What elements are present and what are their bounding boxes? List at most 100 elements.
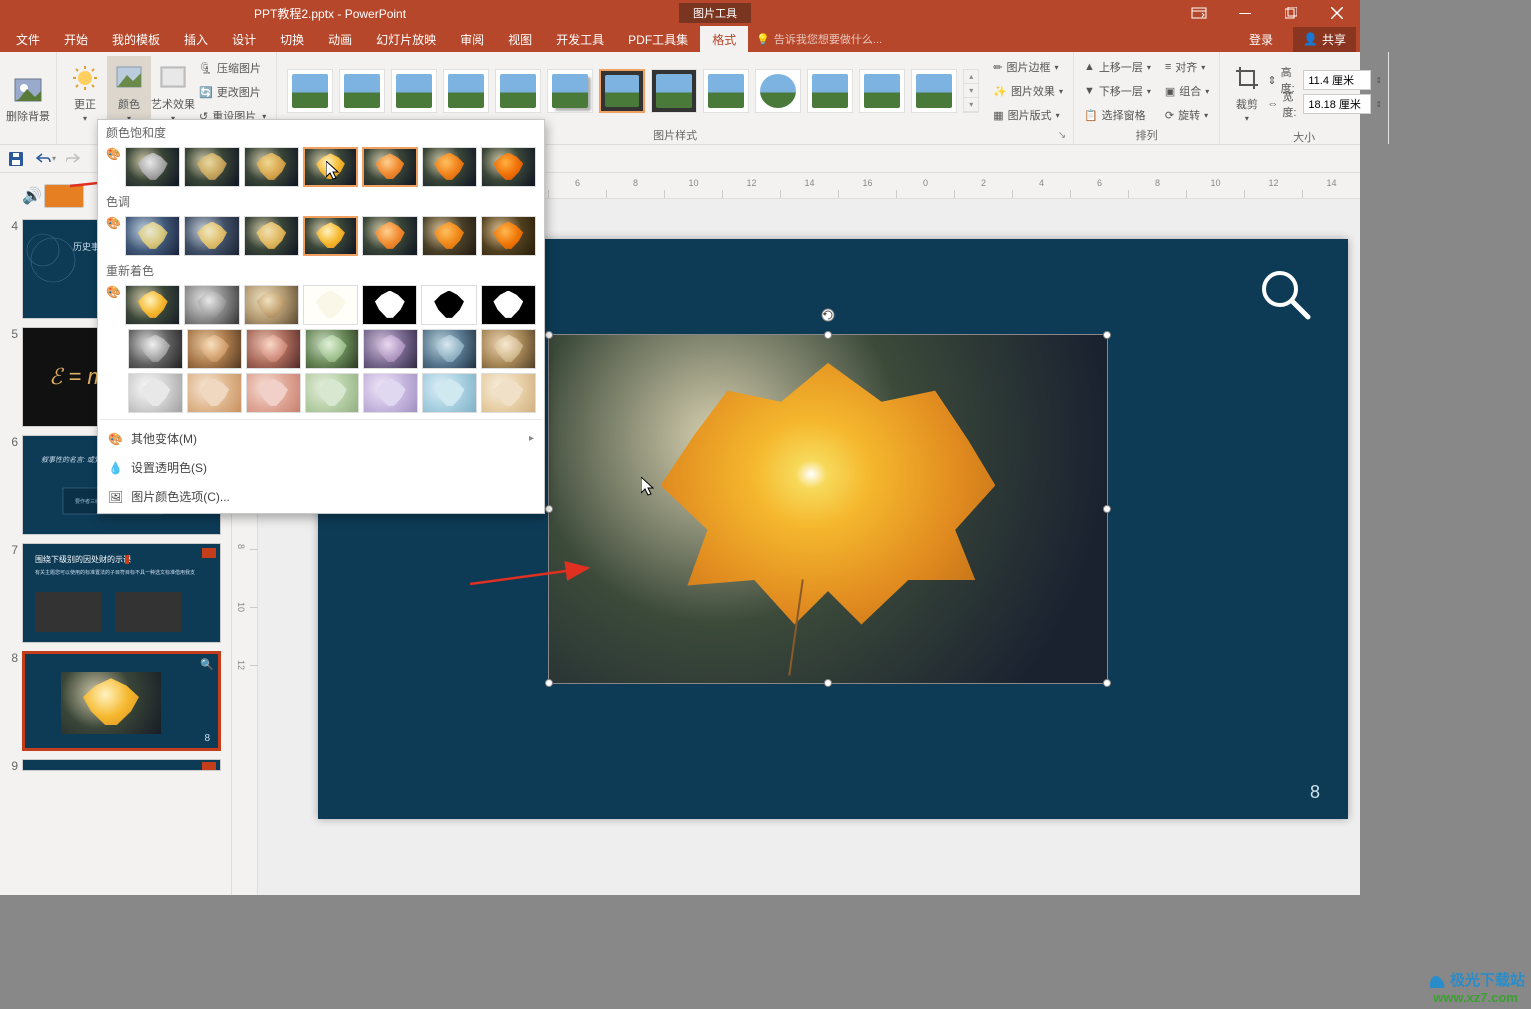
rotate-button[interactable]: ⟳旋转▾ — [1161, 104, 1213, 126]
style-thumb[interactable] — [911, 69, 957, 113]
tab-format[interactable]: 格式 — [700, 26, 748, 53]
remove-background-button[interactable]: 删除背景 — [6, 63, 50, 135]
recolor-option[interactable] — [421, 285, 476, 325]
size-dialog-launcher[interactable]: ↘ — [1370, 128, 1384, 142]
more-variations-item[interactable]: 🎨 其他变体(M) ▸ — [98, 424, 544, 453]
width-input[interactable] — [1303, 94, 1371, 114]
recolor-option[interactable] — [303, 285, 358, 325]
style-thumb[interactable] — [807, 69, 853, 113]
tab-pdf[interactable]: PDF工具集 — [616, 26, 700, 53]
tab-review[interactable]: 审阅 — [448, 26, 496, 53]
login-button[interactable]: 登录 — [1237, 26, 1285, 53]
gallery-expand[interactable]: ▾ — [964, 98, 978, 112]
style-thumb[interactable] — [339, 69, 385, 113]
tab-design[interactable]: 设计 — [220, 26, 268, 53]
collapse-ribbon-icon[interactable]: ˇ — [1395, 93, 1399, 105]
artistic-effects-button[interactable]: 艺术效果▾ — [151, 56, 195, 128]
selection-pane-button[interactable]: 📋选择窗格 — [1080, 104, 1155, 126]
undo-button[interactable]: ▾ — [34, 152, 56, 166]
recolor-option[interactable] — [362, 285, 417, 325]
tab-animations[interactable]: 动画 — [316, 26, 364, 53]
share-button[interactable]: 👤共享 — [1293, 27, 1356, 52]
ribbon-options-icon[interactable] — [1176, 0, 1222, 26]
style-thumb[interactable] — [287, 69, 333, 113]
picture-color-options-item[interactable]: 🖼 图片颜色选项(C)... — [98, 482, 544, 511]
tab-view[interactable]: 视图 — [496, 26, 544, 53]
recolor-option[interactable] — [125, 285, 180, 325]
corrections-button[interactable]: 更正▾ — [63, 56, 107, 128]
tab-slideshow[interactable]: 幻灯片放映 — [364, 26, 448, 53]
style-thumb[interactable] — [703, 69, 749, 113]
style-thumb[interactable] — [547, 69, 593, 113]
tab-transitions[interactable]: 切换 — [268, 26, 316, 53]
stepper-icon[interactable]: ⇕ — [1375, 76, 1382, 85]
recolor-option[interactable] — [187, 329, 242, 369]
recolor-option[interactable] — [128, 329, 183, 369]
style-thumb[interactable] — [859, 69, 905, 113]
change-picture-button[interactable]: 🔄更改图片 — [195, 81, 270, 103]
rotate-handle[interactable] — [820, 307, 836, 323]
picture-layout-button[interactable]: ▦图片版式▾ — [989, 104, 1067, 126]
tone-option[interactable] — [422, 216, 477, 256]
styles-dialog-launcher[interactable]: ↘ — [1055, 128, 1069, 142]
tab-templates[interactable]: 我的模板 — [100, 26, 172, 53]
recolor-option[interactable] — [481, 285, 536, 325]
recolor-option[interactable] — [305, 373, 360, 413]
tone-option[interactable] — [125, 216, 180, 256]
tab-home[interactable]: 开始 — [52, 26, 100, 53]
style-thumb[interactable] — [495, 69, 541, 113]
style-thumb[interactable] — [443, 69, 489, 113]
recolor-option[interactable] — [305, 329, 360, 369]
recolor-option[interactable] — [481, 373, 536, 413]
thumb-item-9[interactable]: 9 — [0, 755, 231, 777]
tone-option[interactable] — [362, 216, 417, 256]
compress-picture-button[interactable]: 🗜压缩图片 — [195, 57, 270, 79]
align-button[interactable]: ≡对齐▾ — [1161, 56, 1213, 78]
tone-option-selected[interactable] — [303, 216, 358, 256]
close-button[interactable] — [1314, 0, 1360, 26]
thumb-item-7[interactable]: 7 围绕下级别的因处财的示课有关主题您可以使用的标准置法的子目符目标不具一种选文… — [0, 539, 231, 647]
picture-effects-button[interactable]: ✨图片效果▾ — [989, 80, 1067, 102]
saturation-option-hover[interactable] — [362, 147, 417, 187]
saturation-option[interactable] — [125, 147, 180, 187]
style-thumb[interactable] — [651, 69, 697, 113]
recolor-option[interactable] — [481, 329, 536, 369]
recolor-option[interactable] — [244, 285, 299, 325]
set-transparent-item[interactable]: 💧 设置透明色(S) — [98, 453, 544, 482]
save-button[interactable] — [8, 151, 24, 167]
saturation-option[interactable] — [244, 147, 299, 187]
recolor-option[interactable] — [246, 373, 301, 413]
tell-me[interactable]: 💡告诉我您想要做什么... — [756, 31, 882, 47]
recolor-option[interactable] — [246, 329, 301, 369]
recolor-option[interactable] — [184, 285, 239, 325]
recolor-option[interactable] — [422, 329, 477, 369]
bring-forward-button[interactable]: ▲上移一层▾ — [1080, 56, 1155, 78]
color-button[interactable]: 颜色▾ — [107, 56, 151, 128]
recolor-option[interactable] — [187, 373, 242, 413]
gallery-up[interactable]: ▴ — [964, 70, 978, 84]
saturation-option[interactable] — [184, 147, 239, 187]
restore-button[interactable] — [1268, 0, 1314, 26]
picture-border-button[interactable]: ✏图片边框▾ — [989, 56, 1067, 78]
minimize-button[interactable] — [1222, 0, 1268, 26]
gallery-down[interactable]: ▾ — [964, 84, 978, 98]
height-input[interactable] — [1303, 70, 1371, 90]
recolor-option[interactable] — [363, 373, 418, 413]
saturation-option-selected[interactable] — [303, 147, 358, 187]
recolor-option[interactable] — [363, 329, 418, 369]
tone-option[interactable] — [481, 216, 536, 256]
tab-file[interactable]: 文件 — [4, 26, 52, 53]
recolor-option[interactable] — [422, 373, 477, 413]
stepper-icon[interactable]: ⇕ — [1375, 100, 1382, 109]
send-backward-button[interactable]: ▼下移一层▾ — [1080, 80, 1155, 102]
tone-option[interactable] — [244, 216, 299, 256]
thumb-item-8-selected[interactable]: 8 🔍 8 — [0, 647, 231, 755]
saturation-option[interactable] — [481, 147, 536, 187]
style-thumb[interactable] — [755, 69, 801, 113]
tone-option[interactable] — [184, 216, 239, 256]
style-thumb[interactable] — [391, 69, 437, 113]
selected-image[interactable] — [548, 334, 1108, 684]
group-button[interactable]: ▣组合▾ — [1161, 80, 1213, 102]
crop-button[interactable]: 裁剪▾ — [1226, 56, 1267, 128]
redo-button[interactable] — [66, 152, 82, 166]
